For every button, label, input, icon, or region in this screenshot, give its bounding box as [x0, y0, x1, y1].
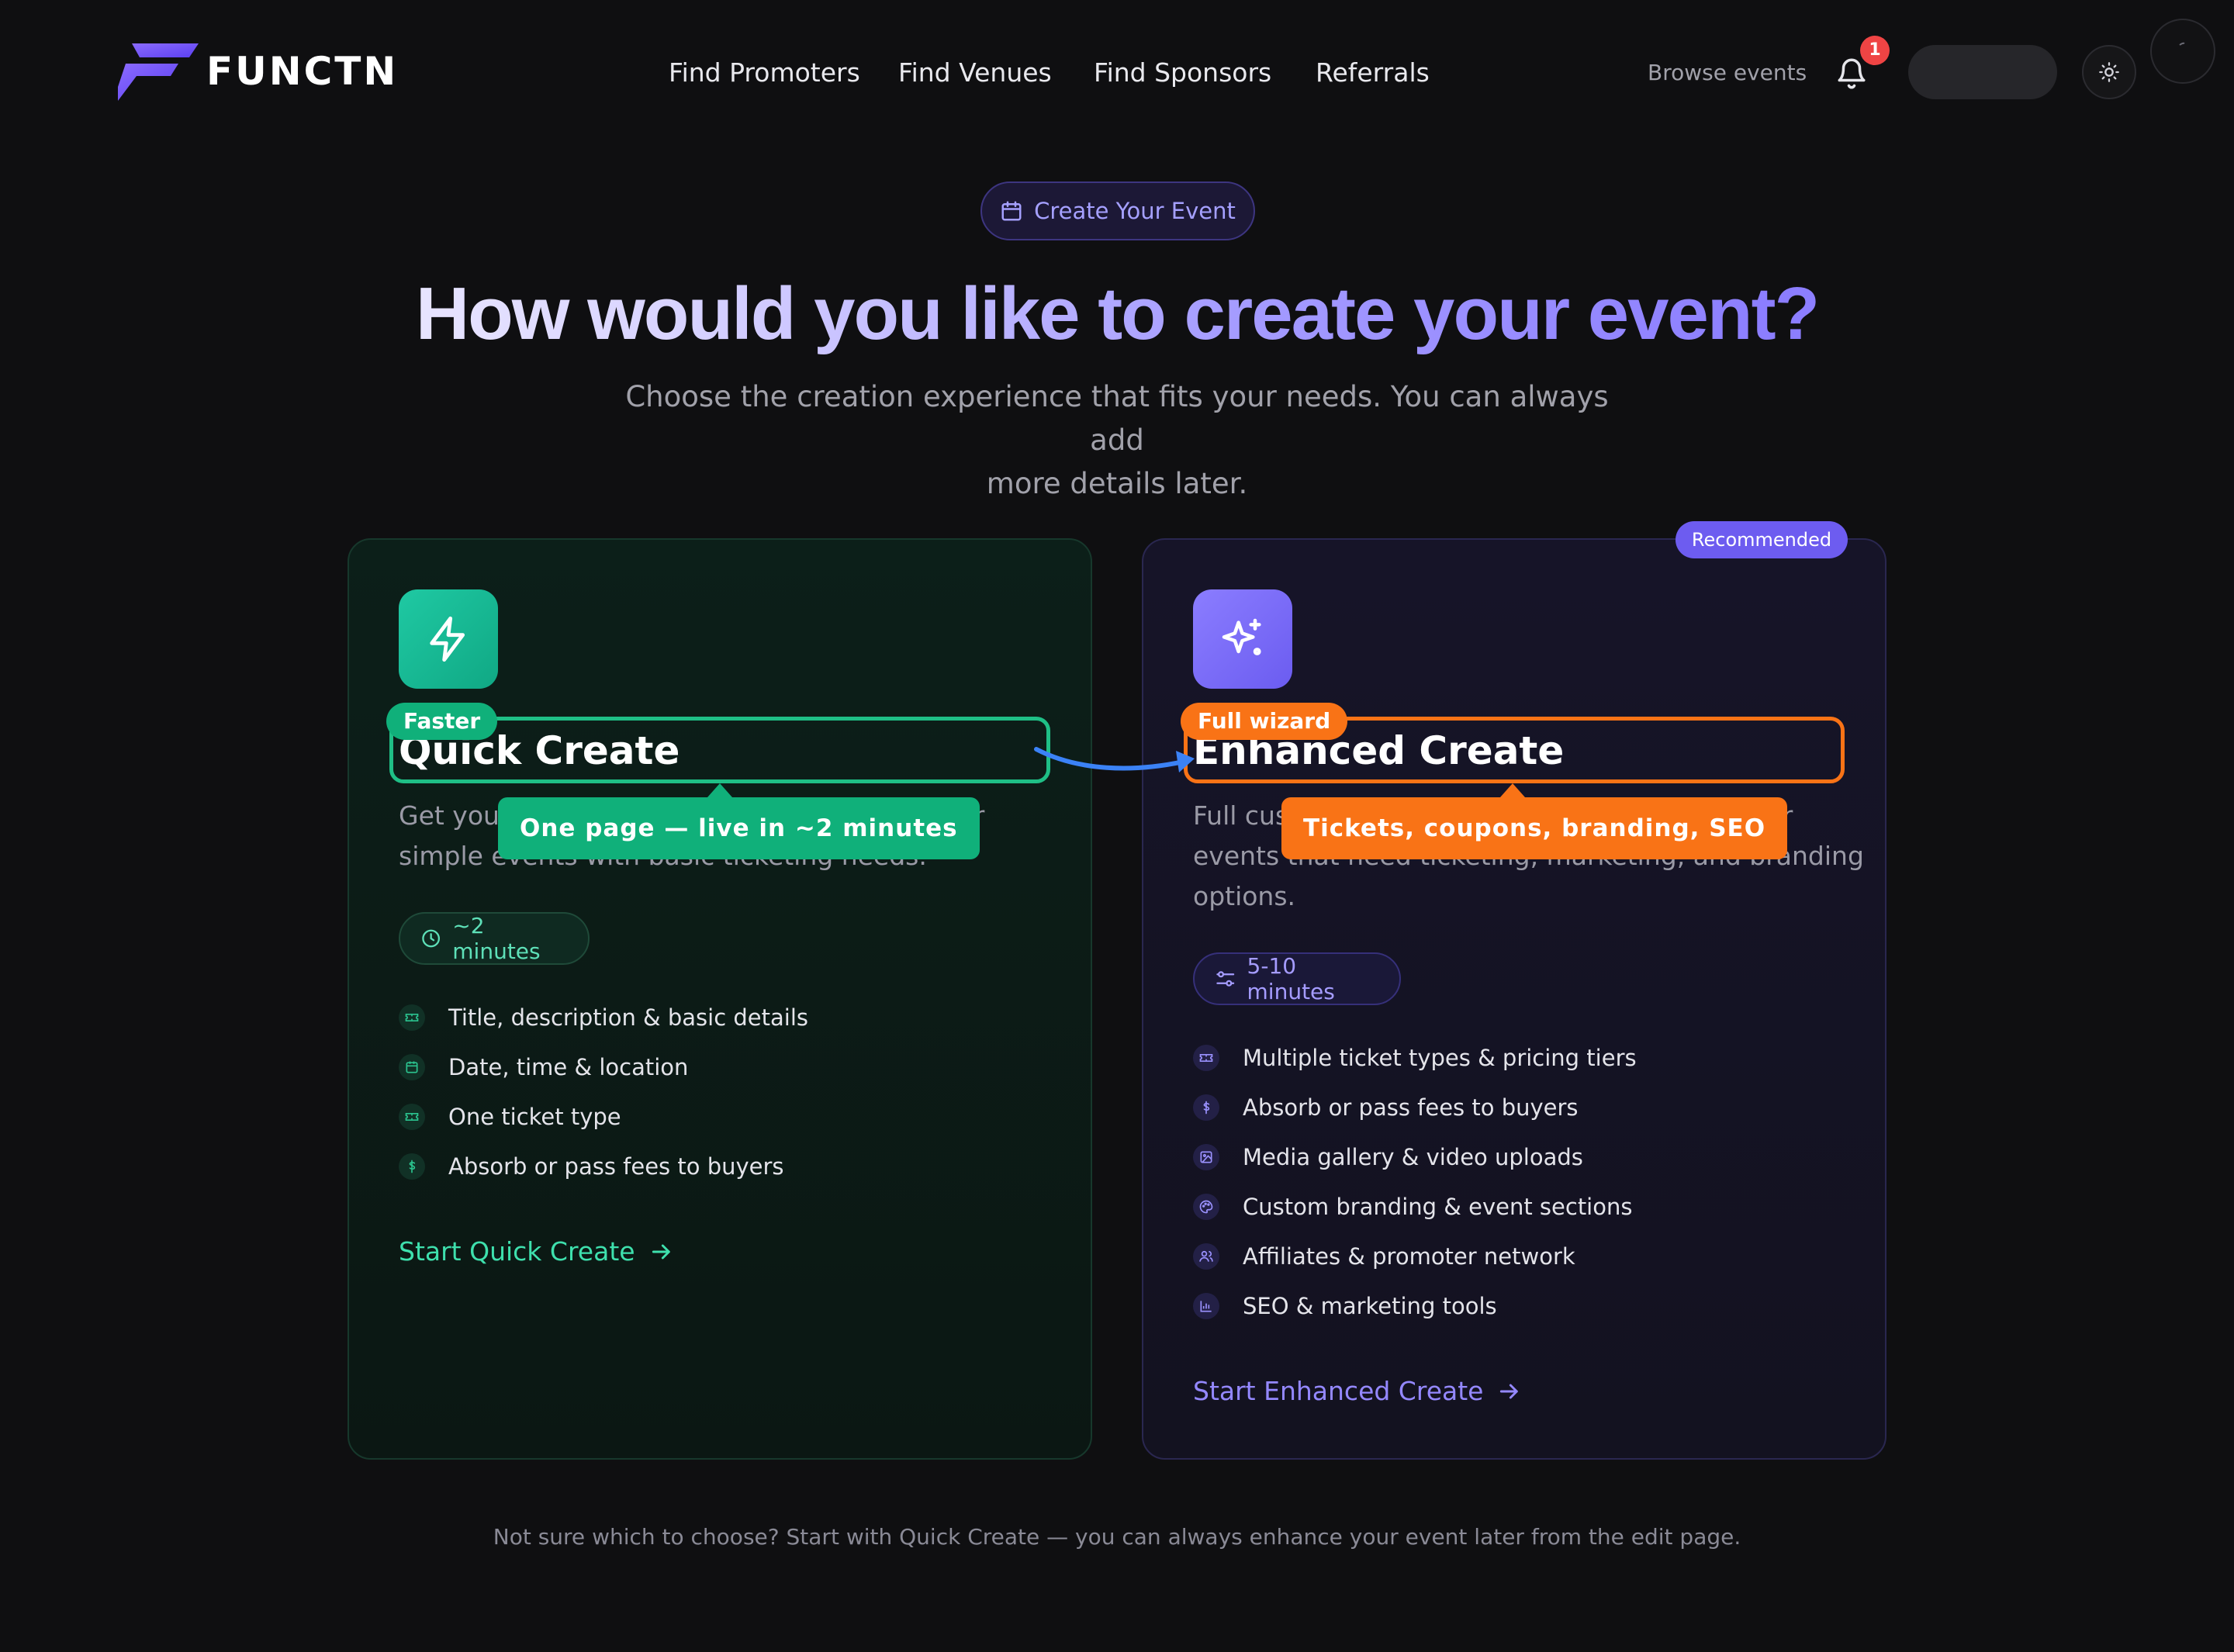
feature-label: Media gallery & video uploads — [1243, 1144, 1583, 1170]
list-item: Absorb or pass fees to buyers — [1193, 1092, 1579, 1123]
nav-referrals[interactable]: Referrals — [1316, 57, 1430, 88]
quick-callout: One page — live in ~2 minutes — [498, 797, 980, 859]
feature-label: Absorb or pass fees to buyers — [1243, 1094, 1579, 1121]
ticket-icon — [1193, 1045, 1219, 1071]
full-wizard-tag: Full wizard — [1181, 703, 1348, 740]
browse-events-link[interactable]: Browse events — [1648, 59, 1807, 87]
avatar[interactable] — [2150, 19, 2215, 84]
start-quick-create-label: Start Quick Create — [399, 1236, 635, 1267]
enhanced-time-estimate: 5-10 minutes — [1193, 952, 1401, 1005]
start-enhanced-create-label: Start Enhanced Create — [1193, 1376, 1484, 1406]
feature-label: Custom branding & event sections — [1243, 1194, 1633, 1220]
enhanced-create-desc-line1a: Full cus — [1193, 800, 1289, 831]
list-item: Title, description & basic details — [399, 1002, 808, 1033]
recommended-badge: Recommended — [1676, 521, 1848, 558]
footer-hint: Not sure which to choose? Start with Qui… — [493, 1524, 1741, 1550]
feature-label: Date, time & location — [448, 1054, 689, 1080]
connector-arrow-icon — [1034, 747, 1195, 772]
page-title: How would you like to create your event? — [0, 264, 2234, 365]
feature-label: SEO & marketing tools — [1243, 1293, 1497, 1319]
enhanced-create-desc-line3: options. — [1193, 881, 1296, 911]
callout-pointer — [707, 783, 732, 797]
sun-icon — [2099, 62, 2119, 82]
nav-find-promoters[interactable]: Find Promoters — [669, 57, 860, 88]
feature-label: Absorb or pass fees to buyers — [448, 1153, 784, 1180]
palette-icon — [1193, 1194, 1219, 1220]
quick-create-icon-tile — [399, 589, 498, 689]
start-quick-create-button[interactable]: Start Quick Create — [399, 1236, 674, 1267]
start-enhanced-create-button[interactable]: Start Enhanced Create — [1193, 1376, 1522, 1407]
enhanced-create-icon-tile — [1193, 589, 1292, 689]
create-your-event-pill: Create Your Event — [980, 181, 1255, 240]
sliders-icon — [1216, 971, 1235, 987]
feature-label: Affiliates & promoter network — [1243, 1243, 1575, 1270]
theme-toggle-button[interactable] — [2082, 45, 2136, 99]
ticket-icon — [399, 1104, 425, 1130]
users-icon — [1193, 1243, 1219, 1270]
dollar-icon — [399, 1153, 425, 1180]
nav-find-sponsors[interactable]: Find Sponsors — [1094, 57, 1271, 88]
feature-label: Title, description & basic details — [448, 1004, 808, 1031]
quick-time-label: ~2 minutes — [452, 913, 541, 964]
list-item: Date, time & location — [399, 1052, 688, 1083]
arrow-right-icon — [1500, 1384, 1519, 1399]
subtitle-line: Choose the creation experience that fits… — [625, 380, 1609, 457]
faster-tag: Faster — [386, 703, 498, 740]
feature-label: One ticket type — [448, 1104, 621, 1130]
callout-pointer — [1500, 783, 1525, 797]
list-item: Absorb or pass fees to buyers — [399, 1151, 784, 1182]
create-pill-label: Create Your Event — [1034, 198, 1236, 224]
enhanced-time-label: 5-10 minutes — [1247, 953, 1335, 1004]
brand-logo-mark[interactable] — [118, 43, 199, 101]
account-menu-button[interactable] — [1908, 45, 2057, 99]
list-item: Media gallery & video uploads — [1193, 1142, 1583, 1173]
feature-label: Multiple ticket types & pricing tiers — [1243, 1045, 1637, 1071]
list-item: Custom branding & event sections — [1193, 1191, 1632, 1222]
page-subtitle: Choose the creation experience that fits… — [605, 375, 1629, 506]
brand-name[interactable]: FUNCTN — [206, 48, 398, 95]
ticket-icon — [399, 1004, 425, 1031]
clock-icon — [422, 929, 441, 948]
calendar-icon — [1001, 201, 1022, 221]
enhanced-callout: Tickets, coupons, branding, SEO — [1281, 797, 1788, 859]
notification-badge: 1 — [1860, 36, 1890, 65]
list-item: One ticket type — [399, 1101, 621, 1132]
arrow-right-icon — [652, 1244, 670, 1260]
nav-find-venues[interactable]: Find Venues — [898, 57, 1052, 88]
subtitle-line: more details later. — [986, 467, 1248, 500]
list-item: Multiple ticket types & pricing tiers — [1193, 1042, 1637, 1073]
calendar-icon — [399, 1054, 425, 1080]
image-icon — [1193, 1144, 1219, 1170]
quick-create-desc-line1a: Get your — [399, 800, 510, 831]
list-item: Affiliates & promoter network — [1193, 1241, 1575, 1272]
chart-icon — [1193, 1293, 1219, 1319]
lightning-icon — [430, 616, 465, 662]
sparkles-icon — [1222, 618, 1261, 655]
list-item: SEO & marketing tools — [1193, 1291, 1497, 1322]
quick-time-estimate: ~2 minutes — [399, 912, 590, 965]
dollar-icon — [1193, 1094, 1219, 1121]
